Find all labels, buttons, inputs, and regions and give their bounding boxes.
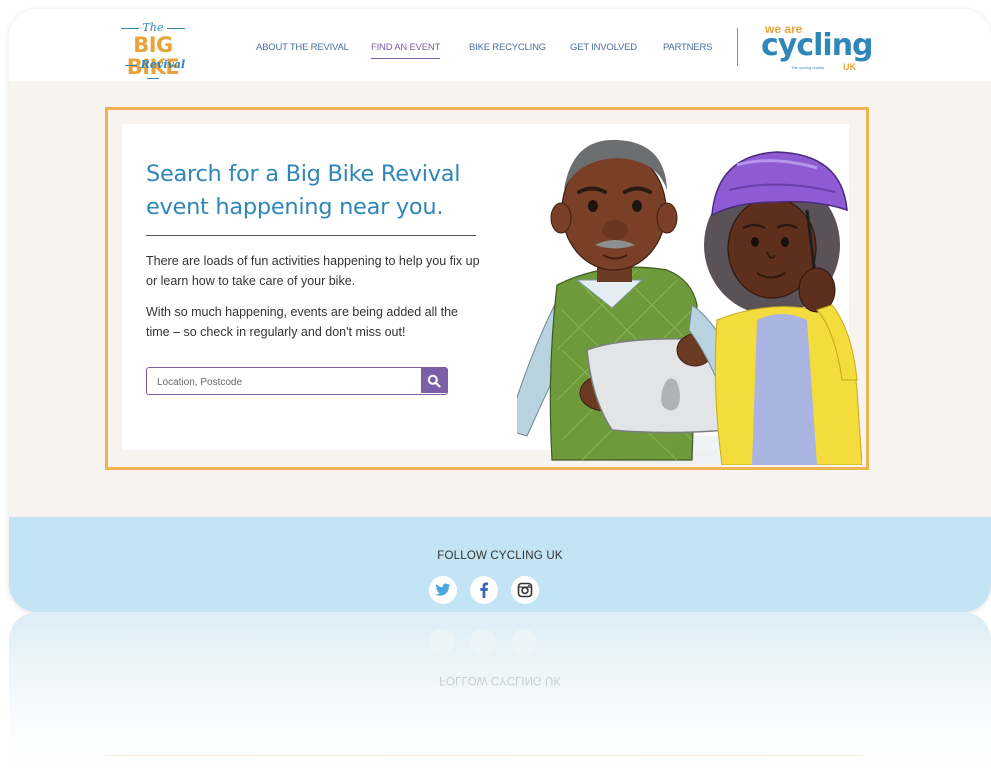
- cycling-uk-logo[interactable]: we are cycling The cycling charity UK: [761, 20, 874, 72]
- nav-find-an-event[interactable]: FIND AN EVENT: [371, 42, 440, 59]
- facebook-icon: [480, 582, 489, 598]
- reflected-hero-border: [105, 755, 863, 756]
- follow-heading: FOLLOW CYCLING UK: [437, 550, 563, 562]
- reflected-instagram-icon: [511, 629, 537, 655]
- twitter-icon: [435, 583, 451, 596]
- twitter-link[interactable]: [429, 576, 457, 604]
- title-divider: [146, 235, 476, 236]
- reflected-facebook-icon: [470, 629, 496, 655]
- reflected-twitter-icon: [429, 629, 455, 655]
- logo-cycling: cycling: [761, 28, 874, 63]
- instagram-link[interactable]: [511, 576, 539, 604]
- logo-revival: Revival: [113, 58, 193, 84]
- reflected-follow-heading: FOLLOW CYCLING UK: [438, 674, 562, 686]
- hero-title: Search for a Big Bike Revival event happ…: [146, 161, 461, 220]
- big-bike-revival-logo[interactable]: The BIG BIKE Revival: [113, 21, 193, 81]
- nav-get-involved[interactable]: GET INVOLVED: [570, 42, 637, 53]
- logo-uk: UK: [843, 62, 856, 72]
- nav-about-the-revival[interactable]: ABOUT THE REVIVAL: [256, 42, 349, 53]
- hero-paragraph-2: With so much happening, events are being…: [146, 305, 459, 339]
- facebook-link[interactable]: [470, 576, 498, 604]
- location-search-input[interactable]: [155, 372, 419, 392]
- site-header: The BIG BIKE Revival ABOUT THE REVIVAL F…: [9, 9, 991, 81]
- page-reflection: FOLLOW CYCLING UK: [9, 612, 991, 771]
- search-icon: [427, 374, 441, 388]
- search-button[interactable]: [421, 368, 447, 393]
- event-search-form: [146, 367, 448, 395]
- site-footer: FOLLOW CYCLING UK: [9, 517, 991, 612]
- browser-page: The BIG BIKE Revival ABOUT THE REVIVAL F…: [9, 9, 991, 612]
- hero-card: Search for a Big Bike Revival event happ…: [122, 124, 862, 465]
- nav-bike-recycling[interactable]: BIKE RECYCLING: [469, 42, 546, 53]
- hero-paragraph-1: There are loads of fun activities happen…: [146, 254, 480, 288]
- instagram-icon: [517, 582, 533, 598]
- logo-tagline: The cycling charity: [791, 65, 825, 70]
- cyclists-illustration: [517, 139, 862, 465]
- nav-partners[interactable]: PARTNERS: [663, 42, 712, 53]
- header-divider: [737, 28, 738, 66]
- hero-panel: Search for a Big Bike Revival event happ…: [105, 107, 869, 470]
